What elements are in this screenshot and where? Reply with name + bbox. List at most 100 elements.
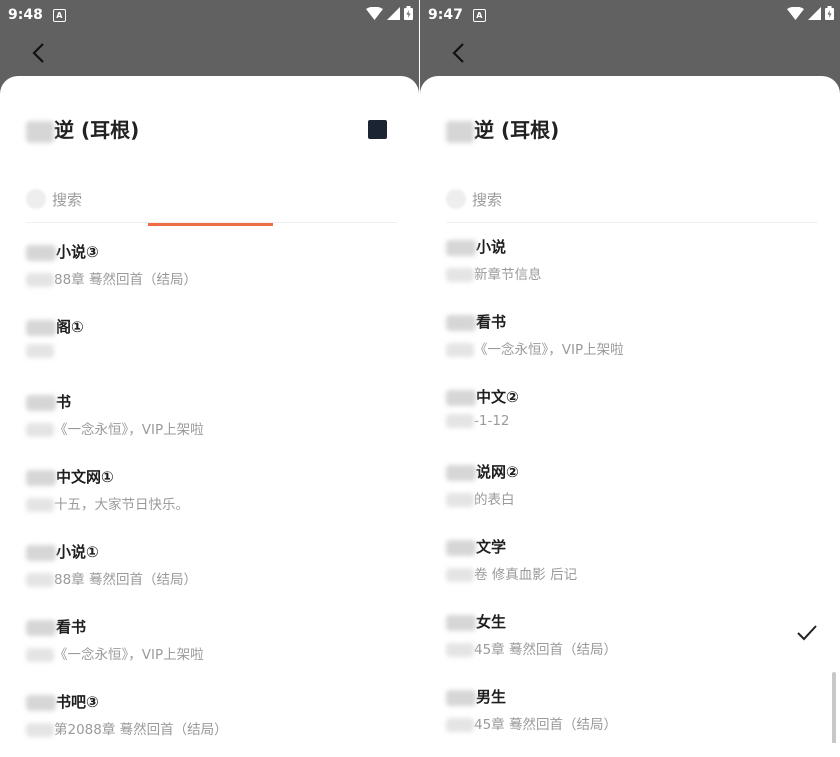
item-subtitle-text: 88章 蓦然回首（结局） [54, 572, 197, 588]
search-bar[interactable]: 搜索 [446, 176, 818, 223]
redacted-text [26, 619, 56, 636]
list-item[interactable]: 男生 45章 蓦然回首（结局） [420, 676, 840, 751]
battery-icon [404, 6, 413, 24]
redacted-text [446, 718, 474, 732]
back-arrow-icon[interactable] [26, 38, 54, 68]
list-item[interactable]: 中文② -1-12 [420, 376, 840, 451]
item-subtitle-text: 的表白 [474, 492, 515, 508]
left-screen: 9:48 A 逆 (耳根) 搜索 小说③ 88章 蓦然回首（结局） 阁① 书 《… [0, 0, 419, 757]
item-subtitle-text: 《一念永恒》，VIP上架啦 [474, 342, 624, 358]
item-title-text: 男生 [476, 688, 507, 706]
redacted-text [446, 343, 474, 357]
search-bar[interactable]: 搜索 [26, 176, 397, 223]
list-item[interactable]: 说网② 的表白 [420, 451, 840, 526]
notification-a-icon: A [52, 8, 66, 22]
item-title-text: 说网② [476, 463, 519, 481]
redacted-text [446, 414, 474, 428]
item-subtitle-text: 45章 蓦然回首（结局） [474, 642, 617, 658]
signal-icon [808, 6, 821, 24]
redacted-text [446, 268, 474, 282]
item-subtitle [26, 343, 54, 359]
right-screen: 9:47 A 逆 (耳根) 搜索 小说 新章节信息 看书 《一念永恒》，VIP上… [420, 0, 840, 757]
bottom-edge [420, 743, 840, 757]
item-subtitle: 《一念永恒》，VIP上架啦 [446, 338, 624, 358]
item-subtitle: 88章 蓦然回首（结局） [26, 268, 197, 288]
item-subtitle: 《一念永恒》，VIP上架啦 [26, 643, 204, 663]
sheet-title: 逆 (耳根) [26, 114, 139, 143]
redacted-text [446, 568, 474, 582]
redacted-text [446, 389, 476, 406]
item-title: 中文② [446, 386, 519, 407]
item-title-text: 女生 [476, 613, 507, 631]
item-title: 阁① [26, 316, 84, 337]
list-item[interactable]: 书吧③ 第2088章 蓦然回首（结局） [0, 676, 419, 751]
list-item-selected[interactable]: 女生 45章 蓦然回首（结局） [420, 601, 840, 676]
redacted-text [26, 273, 54, 287]
search-icon [446, 189, 466, 209]
list-item[interactable]: 阁① [0, 301, 419, 376]
item-title: 中文网① [26, 466, 114, 487]
redacted-text [26, 344, 54, 358]
item-subtitle: 十五，大家节日快乐。 [26, 493, 189, 513]
redacted-text [446, 464, 476, 481]
list-item[interactable]: 看书 《一念永恒》，VIP上架啦 [420, 301, 840, 376]
wifi-icon [787, 6, 804, 24]
redacted-text [446, 539, 476, 556]
redacted-text [26, 544, 56, 561]
list-item[interactable]: 小说③ 88章 蓦然回首（结局） [0, 226, 419, 301]
item-title-text: 小说① [56, 543, 99, 561]
item-subtitle: 45章 蓦然回首（结局） [446, 713, 617, 733]
item-subtitle: -1-12 [446, 413, 510, 429]
item-subtitle: 88章 蓦然回首（结局） [26, 568, 197, 588]
item-title: 看书 [26, 616, 86, 637]
status-icons [366, 6, 413, 24]
redacted-text [26, 244, 56, 261]
redacted-text [446, 689, 476, 706]
redacted-text [26, 394, 56, 411]
scrollbar[interactable] [832, 672, 836, 744]
item-subtitle: 新章节信息 [446, 263, 542, 283]
status-time: 9:47 [428, 7, 463, 23]
bottom-sheet: 逆 (耳根) 搜索 小说③ 88章 蓦然回首（结局） 阁① 书 《一念永恒》，V… [0, 76, 419, 757]
source-list: 小说③ 88章 蓦然回首（结局） 阁① 书 《一念永恒》，VIP上架啦 中文网①… [0, 226, 419, 751]
item-subtitle-text: 《一念永恒》，VIP上架啦 [54, 422, 204, 438]
item-subtitle-text: 45章 蓦然回首（结局） [474, 717, 617, 733]
redacted-text [26, 319, 56, 336]
sheet-title: 逆 (耳根) [446, 114, 559, 143]
item-title: 小说① [26, 541, 99, 562]
list-item[interactable]: 书 《一念永恒》，VIP上架啦 [0, 376, 419, 451]
item-title: 看书 [446, 311, 506, 332]
item-title: 书吧③ [26, 691, 99, 712]
item-subtitle: 的表白 [446, 488, 515, 508]
screens: 9:48 A 逆 (耳根) 搜索 小说③ 88章 蓦然回首（结局） 阁① 书 《… [0, 0, 840, 757]
status-time: 9:48 [8, 7, 43, 23]
bottom-sheet: 逆 (耳根) 搜索 小说 新章节信息 看书 《一念永恒》，VIP上架啦 中文② … [420, 76, 840, 757]
item-title-text: 书吧③ [56, 693, 99, 711]
item-title-text: 小说 [476, 238, 507, 256]
item-title: 女生 [446, 611, 506, 632]
list-item[interactable]: 中文网① 十五，大家节日快乐。 [0, 451, 419, 526]
item-subtitle-text: -1-12 [474, 413, 510, 429]
list-item[interactable]: 小说① 88章 蓦然回首（结局） [0, 526, 419, 601]
notification-a-icon: A [472, 8, 486, 22]
redacted-text [26, 723, 54, 737]
list-item[interactable]: 文学 卷 修真血影 后记 [420, 526, 840, 601]
list-item[interactable]: 看书 《一念永恒》，VIP上架啦 [0, 601, 419, 676]
item-title: 书 [26, 391, 71, 412]
redacted-text [26, 423, 54, 437]
item-subtitle-text: 新章节信息 [474, 267, 542, 283]
stop-icon[interactable] [368, 120, 387, 139]
item-subtitle: 45章 蓦然回首（结局） [446, 638, 617, 658]
source-list: 小说 新章节信息 看书 《一念永恒》，VIP上架啦 中文② -1-12 说网② … [420, 226, 840, 751]
item-title-text: 看书 [476, 313, 507, 331]
redacted-text [26, 120, 54, 143]
search-icon [26, 189, 46, 209]
item-subtitle: 卷 修真血影 后记 [446, 563, 577, 583]
signal-icon [387, 6, 400, 24]
search-placeholder: 搜索 [472, 190, 503, 209]
list-item[interactable]: 小说 新章节信息 [420, 226, 840, 301]
bottom-edge [0, 743, 419, 757]
back-arrow-icon[interactable] [446, 38, 474, 68]
redacted-text [446, 239, 476, 256]
item-title: 文学 [446, 536, 506, 557]
